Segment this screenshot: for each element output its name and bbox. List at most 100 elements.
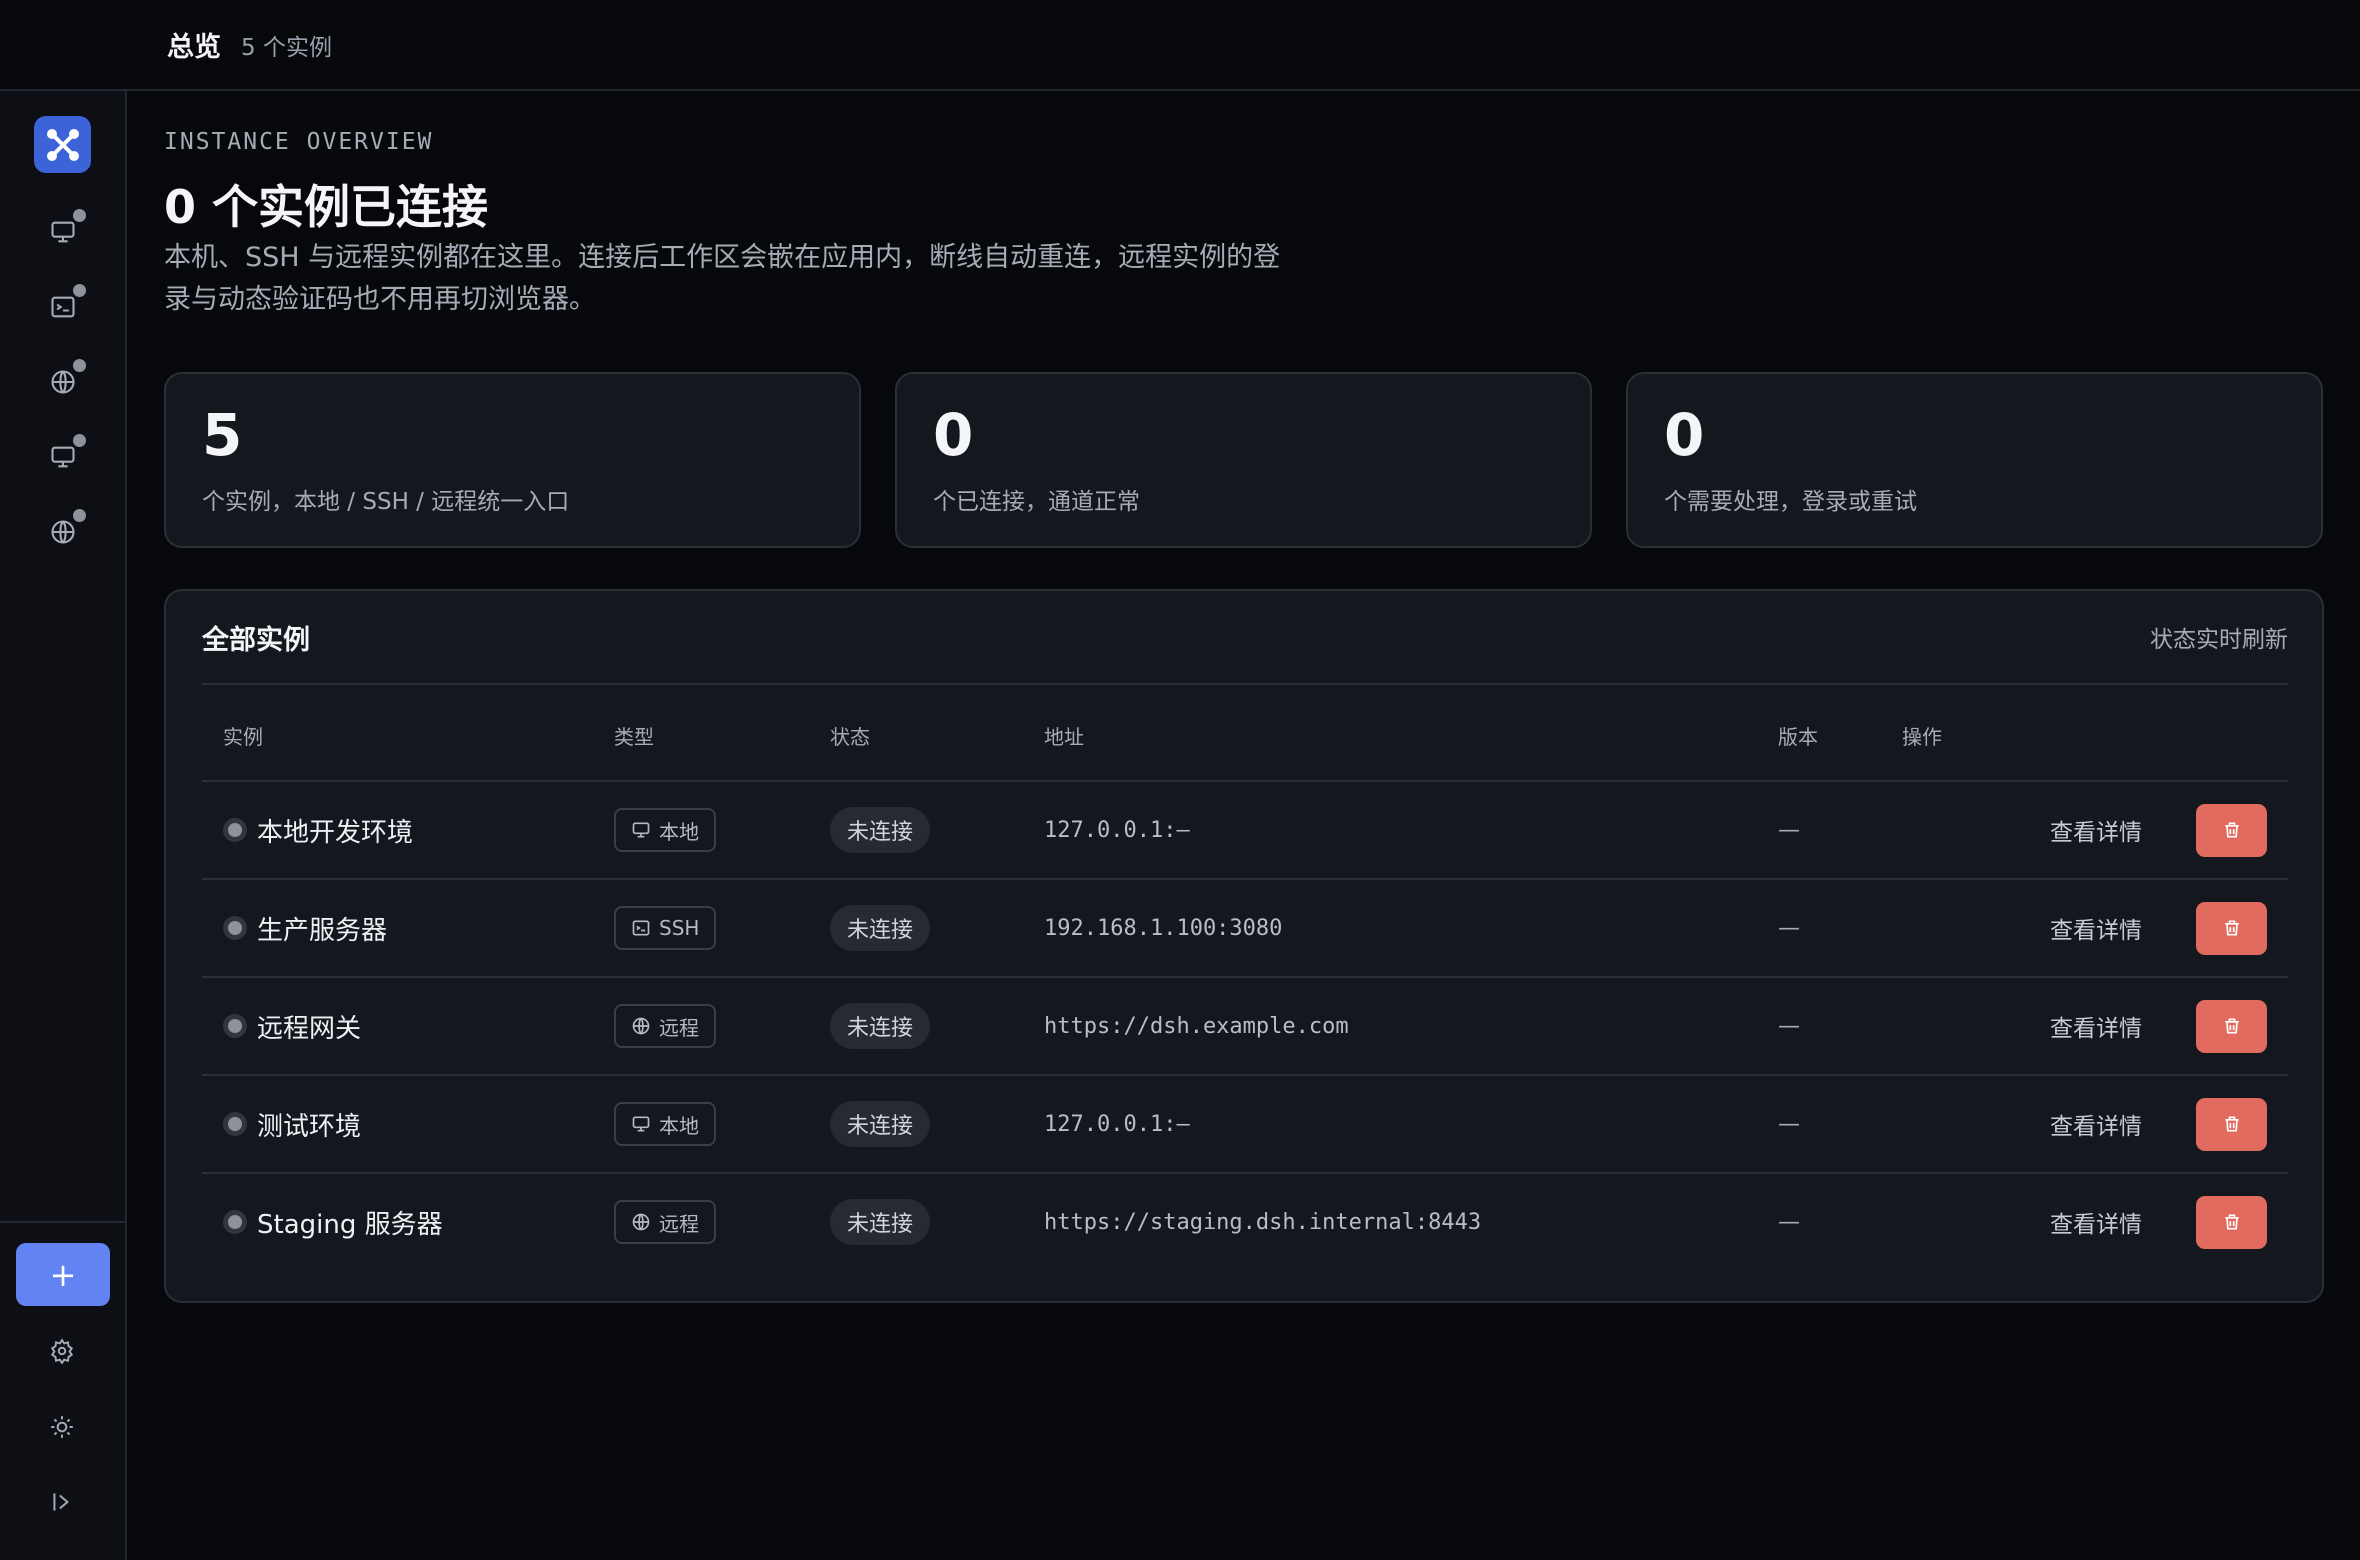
delete-button[interactable] xyxy=(2196,803,2267,857)
trash-icon xyxy=(2224,1116,2239,1132)
stat-card-total: 5 个实例，本地 / SSH / 远程统一入口 xyxy=(164,372,861,548)
table-row[interactable]: 测试环境 本地 未连接 127.0.0.1:— — 查看详情 xyxy=(202,1076,2288,1174)
delete-button[interactable] xyxy=(2196,1097,2267,1151)
status-badge: 未连接 xyxy=(830,905,931,951)
app-logo[interactable] xyxy=(34,116,91,173)
type-label: 本地 xyxy=(659,1113,699,1138)
status-badge: 未连接 xyxy=(830,1003,931,1049)
sidebar: + xyxy=(0,91,127,1560)
status-dot xyxy=(73,284,86,297)
sun-icon xyxy=(51,1416,73,1438)
view-details-button[interactable]: 查看详情 xyxy=(2050,813,2142,847)
sidebar-item-instance-4[interactable] xyxy=(40,434,86,480)
delete-button[interactable] xyxy=(2196,1195,2267,1249)
monitor-icon xyxy=(632,822,650,838)
type-badge: SSH xyxy=(614,906,717,950)
monitor-icon xyxy=(632,1116,650,1132)
status-dot xyxy=(73,434,86,447)
instance-name: 生产服务器 xyxy=(257,915,388,946)
stat-label: 个已连接，通道正常 xyxy=(933,489,1140,515)
type-label: 远程 xyxy=(659,1015,699,1040)
stat-value: 0 xyxy=(933,401,974,469)
delete-button[interactable] xyxy=(2196,999,2267,1053)
table-row[interactable]: 远程网关 远程 未连接 https://dsh.example.com — 查看… xyxy=(202,978,2288,1076)
type-badge: 本地 xyxy=(614,808,716,852)
instance-address: 127.0.0.1:— xyxy=(1044,817,1190,843)
stat-label: 个实例，本地 / SSH / 远程统一入口 xyxy=(202,489,570,515)
type-badge: 远程 xyxy=(614,1200,716,1244)
stat-value: 5 xyxy=(202,401,243,469)
instance-name: 测试环境 xyxy=(257,1111,362,1142)
add-instance-button[interactable]: + xyxy=(16,1243,110,1306)
status-indicator xyxy=(223,1210,247,1234)
status-indicator xyxy=(223,916,247,940)
stat-value: 0 xyxy=(1664,401,1705,469)
trash-icon xyxy=(2224,1214,2239,1230)
instance-count: 5 个实例 xyxy=(241,34,332,61)
trash-icon xyxy=(2224,822,2239,838)
monitor-icon xyxy=(51,446,75,468)
trash-icon xyxy=(2224,920,2239,936)
sidebar-item-instance-5[interactable] xyxy=(40,509,86,555)
type-label: SSH xyxy=(659,916,700,940)
instance-address: https://dsh.example.com xyxy=(1044,1013,1349,1039)
refresh-note: 状态实时刷新 xyxy=(2150,627,2288,653)
stats-row: 5 个实例，本地 / SSH / 远程统一入口 0 个已连接，通道正常 0 个需… xyxy=(164,372,2323,548)
stat-card-connected: 0 个已连接，通道正常 xyxy=(895,372,1592,548)
type-label: 本地 xyxy=(659,819,699,844)
type-label: 远程 xyxy=(659,1211,699,1236)
table-row[interactable]: 本地开发环境 本地 未连接 127.0.0.1:— — 查看详情 xyxy=(202,782,2288,880)
view-details-button[interactable]: 查看详情 xyxy=(2050,911,2142,945)
panel-header: 全部实例 状态实时刷新 xyxy=(202,591,2288,685)
overview-description: 本机、SSH 与远程实例都在这里。连接后工作区会嵌在应用内，断线自动重连，远程实… xyxy=(164,242,1281,315)
status-badge: 未连接 xyxy=(830,1199,931,1245)
panel-title: 全部实例 xyxy=(202,624,310,656)
column-header-status: 状态 xyxy=(830,725,870,749)
table-row[interactable]: Staging 服务器 远程 未连接 https://staging.dsh.i… xyxy=(202,1174,2288,1272)
status-dot xyxy=(73,209,86,222)
status-dot xyxy=(73,509,86,522)
view-details-button[interactable]: 查看详情 xyxy=(2050,1107,2142,1141)
page-title: 总览 xyxy=(167,32,221,63)
view-details-button[interactable]: 查看详情 xyxy=(2050,1009,2142,1043)
instance-address: 192.168.1.100:3080 xyxy=(1044,915,1283,941)
globe-icon xyxy=(51,370,75,394)
column-header-instance: 实例 xyxy=(223,725,263,749)
instance-name: 本地开发环境 xyxy=(257,817,414,848)
column-header-actions: 操作 xyxy=(1902,725,1942,749)
delete-button[interactable] xyxy=(2196,901,2267,955)
status-badge: 未连接 xyxy=(830,807,931,853)
instance-address: https://staging.dsh.internal:8443 xyxy=(1044,1209,1482,1235)
stat-card-attention: 0 个需要处理，登录或重试 xyxy=(1626,372,2323,548)
type-badge: 本地 xyxy=(614,1102,716,1146)
table-row[interactable]: 生产服务器 SSH 未连接 192.168.1.100:3080 — 查看详情 xyxy=(202,880,2288,978)
terminal-icon xyxy=(51,296,75,318)
theme-toggle-button[interactable] xyxy=(44,1409,80,1445)
status-badge: 未连接 xyxy=(830,1101,931,1147)
sidebar-divider xyxy=(0,1221,125,1223)
settings-button[interactable] xyxy=(44,1333,80,1369)
top-bar: 总览 5 个实例 xyxy=(0,0,2360,91)
type-badge: 远程 xyxy=(614,1004,716,1048)
instance-version: — xyxy=(1778,1013,1800,1039)
status-dot xyxy=(73,359,86,372)
instance-name: 远程网关 xyxy=(257,1013,362,1044)
instance-version: — xyxy=(1778,1111,1800,1137)
stat-label: 个需要处理，登录或重试 xyxy=(1664,489,1917,515)
column-header-address: 地址 xyxy=(1044,725,1084,749)
status-indicator xyxy=(223,818,247,842)
sidebar-item-instance-2[interactable] xyxy=(40,284,86,330)
gear-icon xyxy=(50,1338,74,1364)
instance-name: Staging 服务器 xyxy=(257,1209,443,1240)
terminal-icon xyxy=(632,920,650,936)
expand-sidebar-button[interactable] xyxy=(44,1484,80,1520)
sidebar-item-instance-3[interactable] xyxy=(40,359,86,405)
status-indicator xyxy=(223,1014,247,1038)
sidebar-item-instance-1[interactable] xyxy=(40,209,86,255)
view-details-button[interactable]: 查看详情 xyxy=(2050,1205,2142,1239)
connected-headline: 0 个实例已连接 xyxy=(164,180,489,234)
column-header-type: 类型 xyxy=(614,725,654,749)
globe-icon xyxy=(51,520,75,544)
section-eyebrow: INSTANCE OVERVIEW xyxy=(164,129,434,155)
trash-icon xyxy=(2224,1018,2239,1034)
